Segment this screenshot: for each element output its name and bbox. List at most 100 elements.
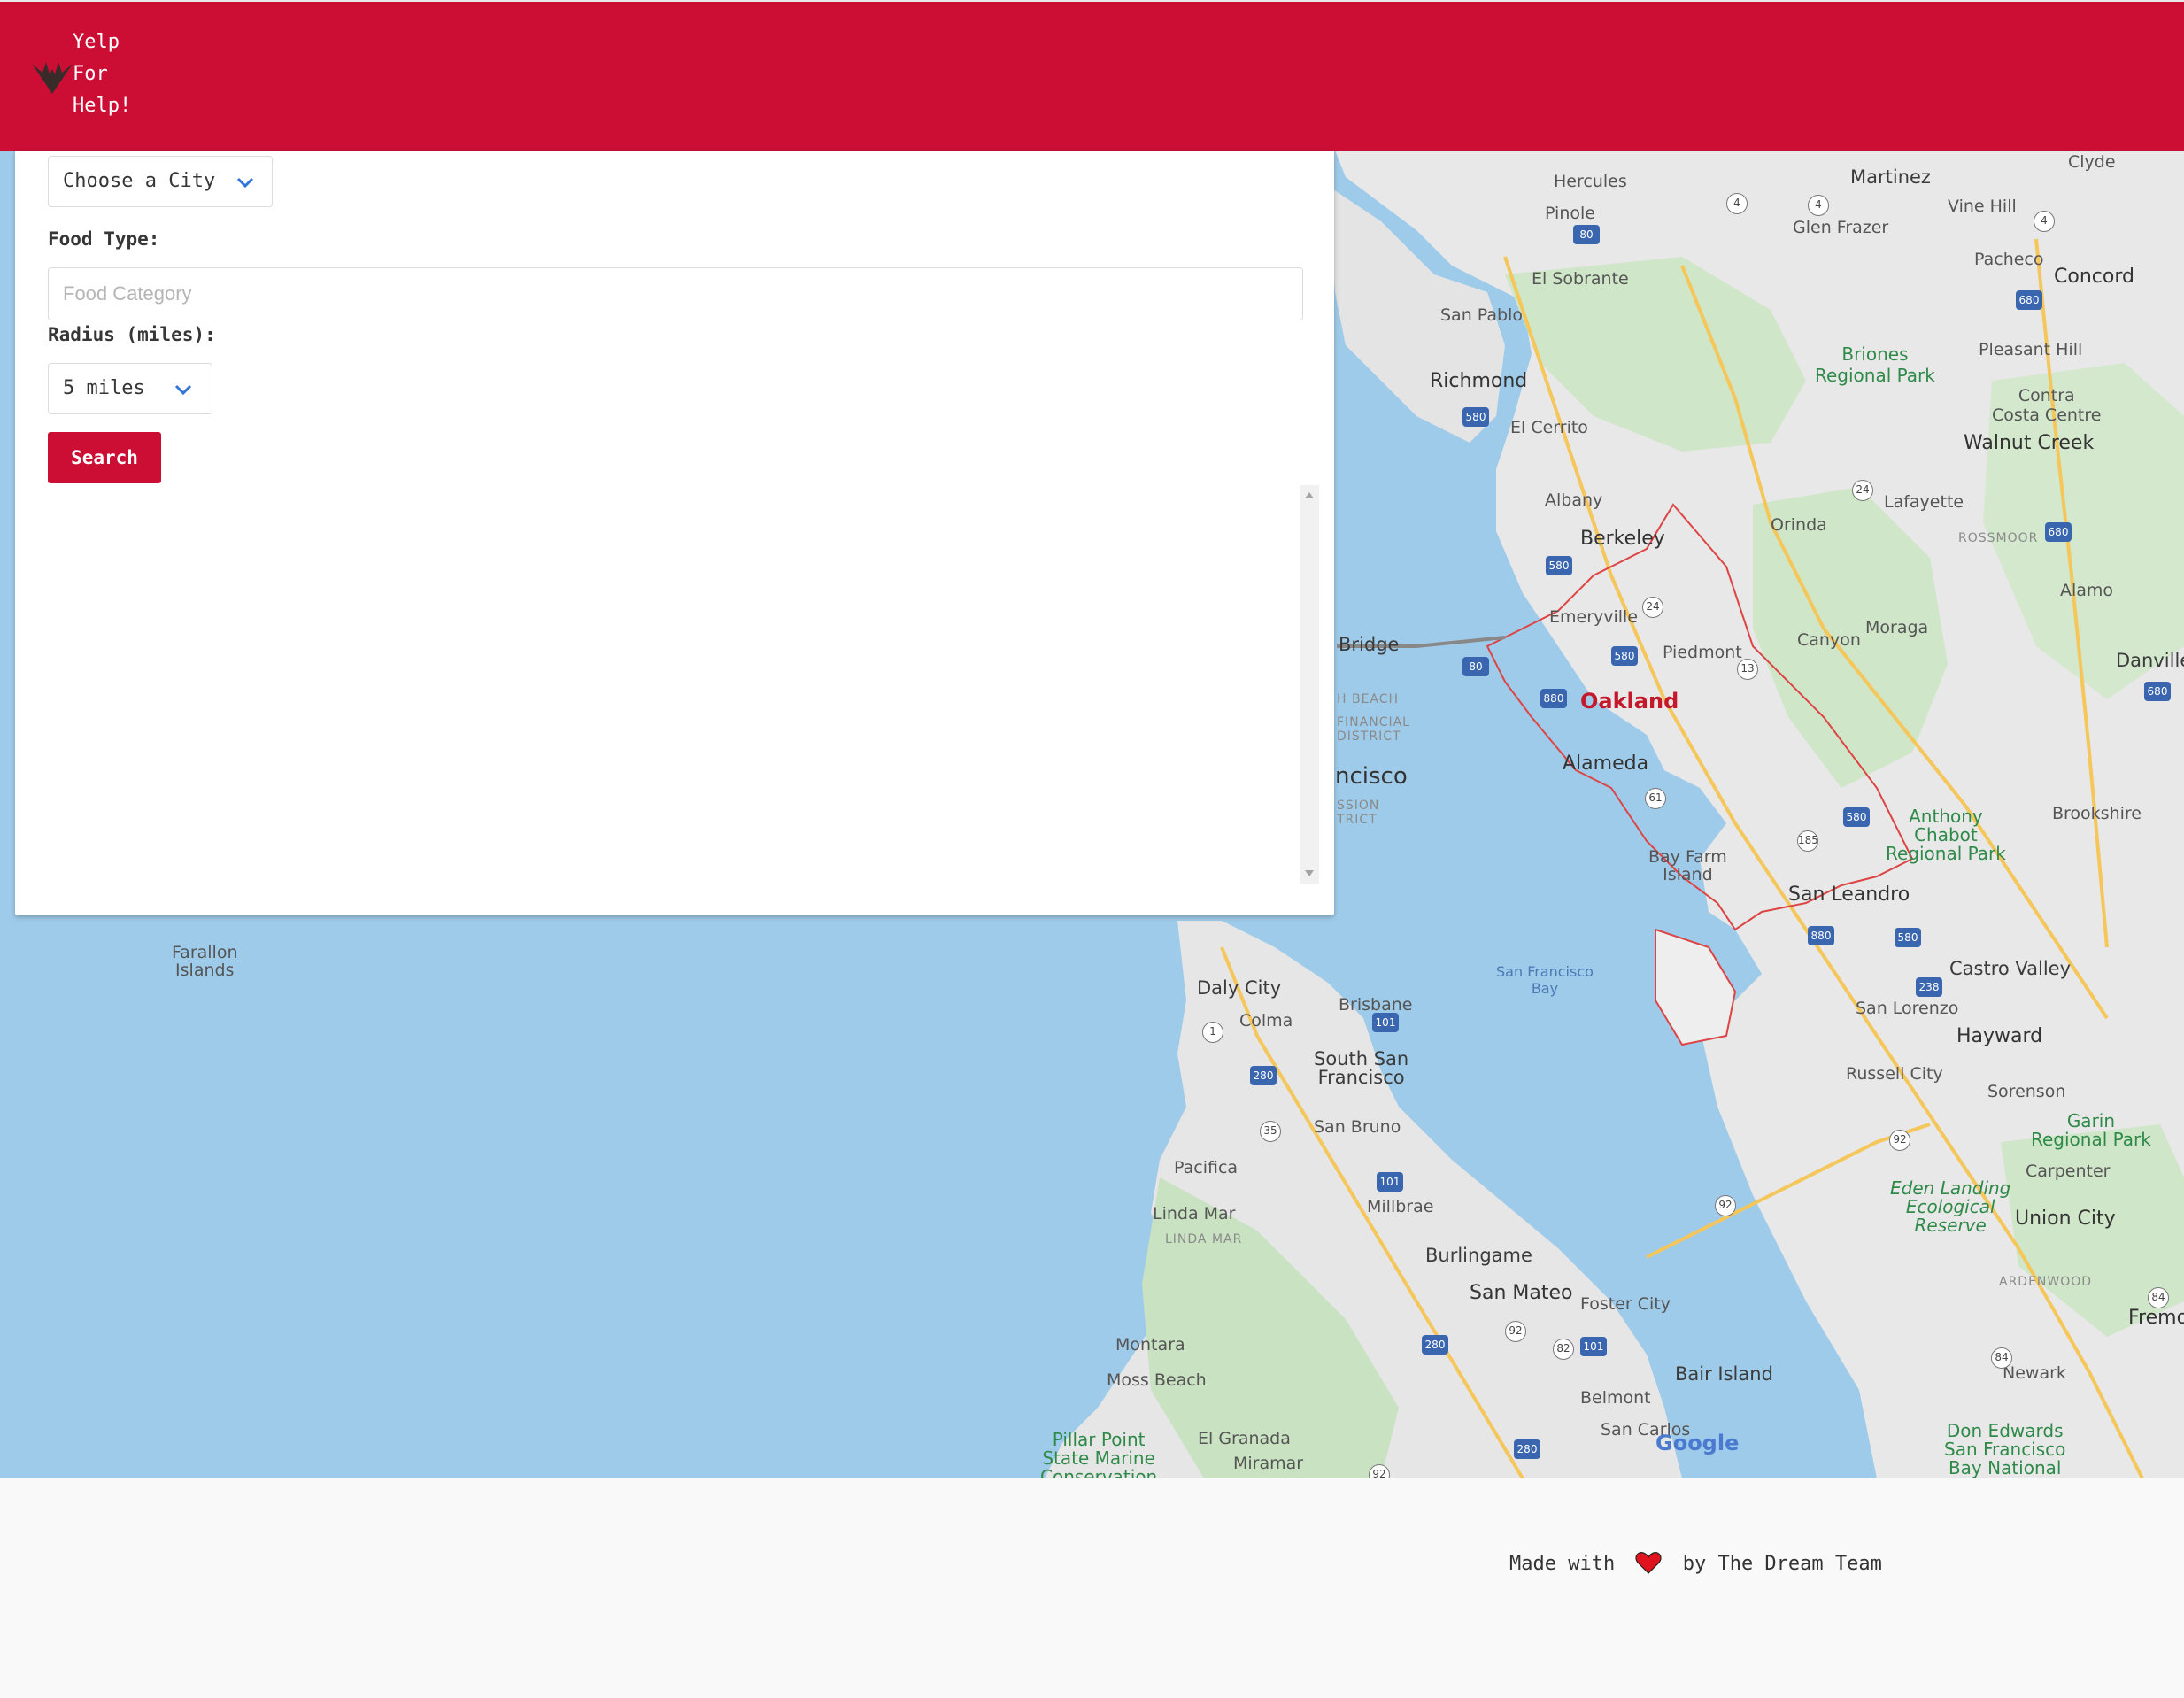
map-label-farallon: Farallon Islands (172, 943, 238, 980)
route-shield-580: 580 (1895, 928, 1921, 947)
chevron-down-icon (174, 384, 192, 396)
chevron-down-icon (236, 177, 254, 189)
route-shield-82: 82 (1553, 1339, 1574, 1360)
map-label-martinez: Martinez (1850, 166, 1931, 188)
route-shield-680: 680 (2144, 682, 2171, 701)
radius-select-value: 5 miles (63, 377, 145, 399)
radius-label: Radius (miles): (48, 324, 216, 345)
map-label-rossmoor: ROSSMOOR (1958, 531, 2039, 545)
route-shield-35: 35 (1260, 1121, 1281, 1142)
route-shield-238: 238 (1916, 977, 1942, 997)
map-label-bay-farm: Bay Farm Island (1648, 847, 1727, 884)
results-scrollbar[interactable] (1300, 485, 1319, 884)
map-label-mission: SSION TRICT (1337, 799, 1380, 827)
route-shield-185: 185 (1797, 830, 1818, 852)
route-shield-92: 92 (1505, 1321, 1526, 1342)
map-label-orinda: Orinda (1771, 515, 1827, 535)
route-shield-880: 880 (1540, 689, 1567, 708)
route-shield-80: 80 (1462, 657, 1489, 676)
map-label-eden-landing: Eden Landing Ecological Reserve (1890, 1177, 2011, 1236)
map-label-pillar-point: Pillar Point State Marine Conservation (1040, 1429, 1158, 1479)
map-label-miramar: Miramar (1233, 1454, 1304, 1473)
route-shield-580: 580 (1462, 407, 1489, 427)
map-label-montara: Montara (1115, 1335, 1185, 1355)
food-category-input[interactable] (48, 267, 1303, 320)
map-label-don-edwards: Don Edwards San Francisco Bay National (1944, 1420, 2066, 1478)
map-label-garin: Garin Regional Park (2031, 1110, 2151, 1150)
map-label-san-mateo: San Mateo (1470, 1282, 1573, 1304)
route-shield-24: 24 (1852, 480, 1873, 501)
route-shield-84: 84 (1991, 1347, 2012, 1369)
brand-line-2: For (73, 63, 108, 85)
route-shield-580: 580 (1546, 556, 1572, 575)
route-shield-84: 84 (2148, 1287, 2169, 1308)
radius-select[interactable]: 5 miles (48, 363, 212, 414)
map-label-hayward: Hayward (1956, 1025, 2043, 1047)
footer-text-after: by The Dream Team (1682, 1553, 1882, 1575)
page-footer: Made with by The Dream Team (0, 1478, 2184, 1698)
map-label-contra-costa: Contra Costa Centre (1992, 386, 2102, 425)
map-label-san-bruno: San Bruno (1314, 1117, 1401, 1137)
results-list[interactable] (48, 485, 1319, 884)
map-label-union-city: Union City (2015, 1208, 2116, 1230)
map-label-lafayette: Lafayette (1884, 492, 1964, 512)
city-select[interactable]: Choose a City (48, 156, 273, 207)
map-label-bridge: Bridge (1339, 634, 1400, 655)
map-label-daly-city: Daly City (1197, 977, 1282, 999)
map-label-colma: Colma (1239, 1011, 1293, 1030)
search-panel: Choose a City Food Type: Radius (miles):… (15, 151, 1334, 915)
map-label-foster-city: Foster City (1580, 1294, 1671, 1314)
route-shield-680: 680 (2045, 522, 2072, 542)
map-label-san-leandro: San Leandro (1788, 884, 1910, 906)
map-label-oakland: Oakland (1580, 689, 1679, 714)
google-logo[interactable]: Google (1655, 1431, 1739, 1455)
brand-line-1: Yelp (73, 31, 120, 53)
map-label-moraga: Moraga (1865, 618, 1929, 637)
search-button[interactable]: Search (48, 432, 161, 483)
route-shield-680: 680 (2016, 290, 2042, 310)
map-label-san-pablo: San Pablo (1440, 305, 1523, 325)
map-label-financial: FINANCIAL DISTRICT (1337, 715, 1410, 744)
map-label-fremont: Fremo (2128, 1307, 2184, 1329)
map-label-bair-island: Bair Island (1675, 1363, 1773, 1385)
map-label-brookshire: Brookshire (2052, 804, 2142, 823)
map-label-pinole: Pinole (1545, 204, 1595, 223)
map-label-albany: Albany (1545, 490, 1603, 510)
route-shield-24: 24 (1642, 597, 1663, 618)
map-label-emeryville: Emeryville (1549, 607, 1639, 627)
map-label-concord: Concord (2054, 266, 2134, 288)
footer-credit: Made with by The Dream Team (1509, 1551, 1882, 1575)
scroll-up-arrow-icon[interactable] (1305, 492, 1314, 498)
map-label-linda-mar: Linda Mar (1153, 1204, 1236, 1223)
map-label-burlingame: Burlingame (1425, 1245, 1532, 1266)
map-label-alameda: Alameda (1563, 753, 1649, 775)
heart-icon (1635, 1552, 1663, 1574)
map-label-ardenwood: ARDENWOOD (1999, 1275, 2093, 1289)
map-label-clyde: Clyde (2068, 152, 2116, 172)
route-shield-4: 4 (1808, 195, 1829, 216)
map-label-berkeley: Berkeley (1580, 528, 1665, 550)
brand-name: Yelp For Help! (73, 27, 131, 122)
brand-line-3: Help! (73, 95, 132, 117)
map-label-danville: Danville (2116, 650, 2184, 671)
map-label-newark: Newark (2003, 1363, 2066, 1383)
scroll-down-arrow-icon[interactable] (1305, 870, 1314, 876)
map-label-el-cerrito: El Cerrito (1510, 418, 1588, 437)
map-label-brisbane: Brisbane (1339, 995, 1413, 1015)
map-label-hercules: Hercules (1554, 172, 1627, 191)
map-label-south-sf: South San Francisco (1314, 1048, 1409, 1088)
map-label-belmont: Belmont (1580, 1388, 1651, 1408)
route-shield-280: 280 (1514, 1439, 1540, 1459)
route-shield-92: 92 (1715, 1195, 1736, 1216)
route-shield-880: 880 (1808, 926, 1834, 945)
route-shield-92: 92 (1889, 1130, 1910, 1151)
route-shield-280: 280 (1250, 1066, 1277, 1085)
map-label-vine-hill: Vine Hill (1948, 197, 2017, 216)
app-header: Yelp For Help! (0, 0, 2184, 151)
route-shield-61: 61 (1645, 788, 1666, 809)
route-shield-101: 101 (1580, 1337, 1607, 1356)
route-shield-580: 580 (1843, 807, 1870, 827)
route-shield-280: 280 (1422, 1335, 1448, 1355)
map-label-ncisco: ncisco (1335, 763, 1408, 790)
map-label-moss-beach: Moss Beach (1107, 1370, 1207, 1390)
